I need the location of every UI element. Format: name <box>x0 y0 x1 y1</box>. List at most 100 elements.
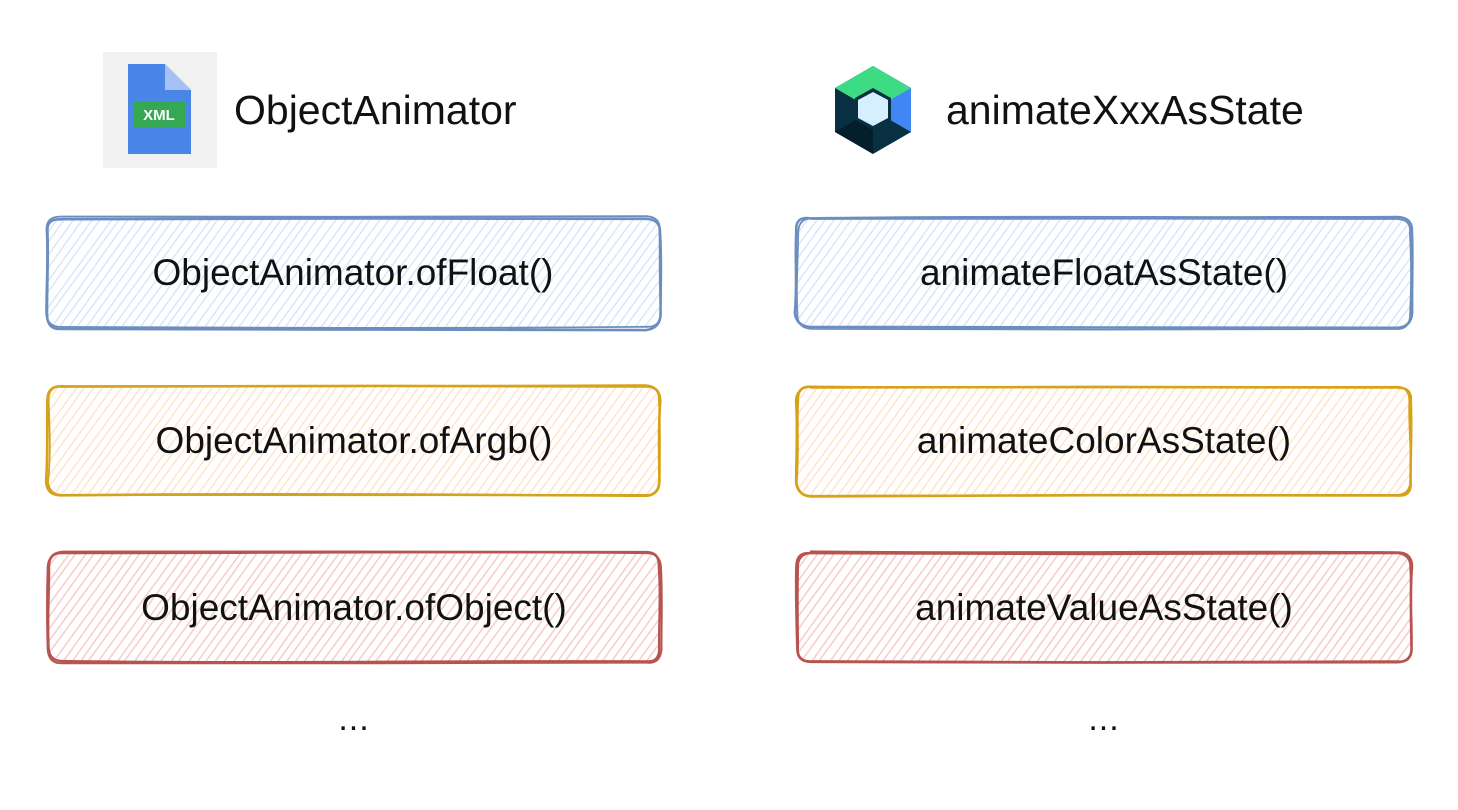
hatch-line <box>1408 219 1410 327</box>
hatch-line <box>578 554 659 662</box>
hatch-line <box>650 554 659 662</box>
hatch-line <box>548 219 638 327</box>
hatch-line <box>1319 554 1406 662</box>
hatch-line <box>0 214 34 332</box>
hatch-line <box>1347 219 1410 327</box>
hatch-line <box>0 549 34 667</box>
hatch-line <box>834 387 921 495</box>
left-header: XML ObjectAnimator <box>103 52 517 168</box>
right-item-color: animateColorAsState() <box>794 384 1413 498</box>
hatch-line <box>49 387 71 495</box>
hatch-line <box>49 554 99 662</box>
hatch-line <box>798 387 803 495</box>
hatch-line <box>1320 219 1408 327</box>
hatch-line <box>1364 219 1410 327</box>
hatch-line <box>798 387 876 495</box>
hatch-line <box>541 219 628 327</box>
hatch-line <box>798 554 877 662</box>
hatch-line <box>1408 554 1410 662</box>
item-label: animateFloatAsState() <box>919 252 1289 293</box>
hatch-line <box>47 219 69 327</box>
right-item-value: animateValueAsState() <box>794 550 1414 665</box>
hatch-line <box>1364 554 1410 662</box>
hatch-line <box>798 387 868 495</box>
hatch-line <box>1389 387 1410 495</box>
hatch-line <box>578 387 659 495</box>
hatch-line <box>559 219 647 327</box>
hatch-line <box>640 219 659 327</box>
hatch-line <box>1382 554 1410 662</box>
hatch-line <box>0 214 24 332</box>
hatch-line <box>1419 549 1458 667</box>
hatch-line <box>798 219 857 327</box>
hatch-line <box>649 219 659 327</box>
hatch-line <box>816 387 903 495</box>
hatch-line <box>798 219 848 327</box>
hatch-line <box>0 214 44 332</box>
hatch-line <box>47 219 124 327</box>
hatch-line <box>825 554 910 662</box>
hatch-line <box>606 554 659 662</box>
right-column: animateXxxAsState animateFloatAsState() … <box>729 0 1458 810</box>
right-item-float: animateFloatAsState() <box>793 215 1414 331</box>
hatch-line <box>49 554 109 662</box>
hatch-line <box>1283 387 1371 495</box>
hatch-line <box>1399 219 1410 327</box>
hatch-line <box>798 219 877 327</box>
hatch-line <box>1291 219 1381 327</box>
hatch-line <box>833 554 920 662</box>
hatch-line <box>612 219 659 327</box>
hatch-line <box>798 387 858 495</box>
item-label: ObjectAnimator.ofFloat() <box>152 252 554 293</box>
hatch-line <box>652 387 659 495</box>
hatch-line <box>1293 554 1379 662</box>
item-label: animateValueAsState() <box>915 587 1293 628</box>
hatch-line <box>49 387 127 495</box>
hatch-line <box>571 554 657 662</box>
hatch-line <box>798 554 822 662</box>
hatch-line <box>1310 554 1397 662</box>
hatch-line <box>49 554 80 662</box>
hatch-line <box>798 387 831 495</box>
hatch-line <box>804 219 895 327</box>
hatch-line <box>1365 387 1410 495</box>
hatch-line <box>0 549 25 667</box>
hatch-line <box>798 387 823 495</box>
hatch-line <box>798 554 805 662</box>
right-title: animateXxxAsState <box>946 86 1304 133</box>
left-item-argb: ObjectAnimator.ofArgb() <box>44 384 662 498</box>
hatch-line <box>1327 554 1410 662</box>
hatch-line <box>67 387 153 495</box>
hatch-line <box>596 387 659 495</box>
hatch-line <box>49 387 82 495</box>
hatch-line <box>72 219 162 327</box>
hatch-line <box>842 219 929 327</box>
hatch-line <box>49 554 53 662</box>
left-more-ellipsis: ... <box>338 700 370 738</box>
hatch-line <box>807 554 892 662</box>
hatch-line <box>594 219 659 327</box>
hatch-line <box>1355 219 1410 327</box>
xml-file-icon: XML <box>103 52 217 168</box>
hatch-line <box>49 387 53 495</box>
hatch-line <box>1354 387 1410 495</box>
hatch-line <box>798 387 850 495</box>
hatch-line <box>49 554 136 662</box>
hatch-line <box>0 382 25 500</box>
hatch-line <box>569 387 657 495</box>
hatch-line <box>798 554 849 662</box>
hatch-line <box>49 554 118 662</box>
hatch-line <box>0 549 17 667</box>
hatch-line <box>631 219 659 327</box>
hatch-line <box>1311 387 1398 495</box>
hatch-line <box>605 387 659 495</box>
hatch-line <box>47 219 98 327</box>
hatch-line <box>798 219 866 327</box>
hatch-line <box>58 554 144 662</box>
hatch-line <box>1383 219 1410 327</box>
hatch-line <box>625 387 659 495</box>
hatch-line <box>824 387 911 495</box>
hatch-line <box>1383 387 1410 495</box>
hatch-line <box>47 219 52 327</box>
hatch-line <box>1373 387 1410 495</box>
